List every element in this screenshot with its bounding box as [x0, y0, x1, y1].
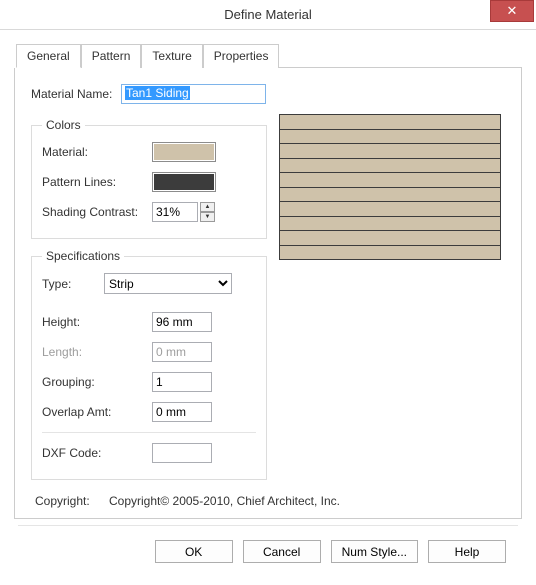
window-title: Define Material — [0, 7, 536, 22]
shading-contrast-label: Shading Contrast: — [42, 205, 152, 219]
preview-stripe — [280, 159, 500, 174]
tab-general[interactable]: General — [16, 44, 81, 68]
contrast-spin-up[interactable]: ▲ — [200, 202, 215, 212]
preview-stripe — [280, 246, 500, 260]
preview-stripe — [280, 173, 500, 188]
colors-legend: Colors — [42, 118, 85, 132]
num-style-button[interactable]: Num Style... — [331, 540, 418, 563]
material-color-swatch[interactable] — [152, 142, 216, 162]
button-bar: OK Cancel Num Style... Help — [18, 525, 518, 575]
material-name-row: Material Name: Tan1 Siding — [31, 84, 505, 104]
material-name-value: Tan1 Siding — [125, 86, 190, 100]
pattern-lines-label: Pattern Lines: — [42, 175, 152, 189]
material-name-input[interactable]: Tan1 Siding — [121, 84, 266, 104]
type-label: Type: — [42, 277, 104, 291]
tab-properties[interactable]: Properties — [203, 44, 280, 68]
preview-stripe — [280, 188, 500, 203]
tab-texture[interactable]: Texture — [141, 44, 202, 68]
tab-panel-general: Material Name: Tan1 Siding Colors Materi… — [14, 68, 522, 519]
tab-pattern[interactable]: Pattern — [81, 44, 142, 68]
title-bar: Define Material ✕ — [0, 0, 536, 30]
colors-group: Colors Material: Pattern Lines: Shading … — [31, 118, 267, 239]
preview-stripe — [280, 217, 500, 232]
specifications-group: Specifications Type: Strip Height: Lengt… — [31, 249, 267, 480]
height-label: Height: — [42, 315, 152, 329]
material-preview — [279, 114, 501, 260]
height-input[interactable] — [152, 312, 212, 332]
contrast-spinner: ▲ ▼ — [200, 202, 215, 222]
length-input — [152, 342, 212, 362]
grouping-input[interactable] — [152, 372, 212, 392]
tab-strip: General Pattern Texture Properties — [16, 44, 522, 68]
cancel-button[interactable]: Cancel — [243, 540, 321, 563]
ok-button[interactable]: OK — [155, 540, 233, 563]
dialog-content: General Pattern Texture Properties Mater… — [0, 30, 536, 585]
preview-stripe — [280, 115, 500, 130]
specifications-legend: Specifications — [42, 249, 124, 263]
preview-stripe — [280, 231, 500, 246]
overlap-label: Overlap Amt: — [42, 405, 152, 419]
close-icon: ✕ — [507, 3, 518, 19]
type-select[interactable]: Strip — [104, 273, 232, 294]
copyright-row: Copyright: Copyright© 2005-2010, Chief A… — [35, 494, 505, 508]
close-button[interactable]: ✕ — [490, 0, 534, 22]
overlap-input[interactable] — [152, 402, 212, 422]
chevron-up-icon: ▲ — [205, 204, 211, 210]
preview-stripe — [280, 144, 500, 159]
dxf-code-input[interactable] — [152, 443, 212, 463]
contrast-spin-down[interactable]: ▼ — [200, 212, 215, 222]
shading-contrast-input[interactable] — [152, 202, 198, 222]
preview-stripe — [280, 130, 500, 145]
length-label: Length: — [42, 345, 152, 359]
spec-separator — [42, 432, 256, 433]
dxf-code-label: DXF Code: — [42, 446, 152, 460]
grouping-label: Grouping: — [42, 375, 152, 389]
copyright-label: Copyright: — [35, 494, 109, 508]
help-button[interactable]: Help — [428, 540, 506, 563]
material-color-label: Material: — [42, 145, 152, 159]
material-name-label: Material Name: — [31, 87, 121, 101]
copyright-text: Copyright© 2005-2010, Chief Architect, I… — [109, 494, 340, 508]
preview-stripe — [280, 202, 500, 217]
pattern-lines-swatch[interactable] — [152, 172, 216, 192]
chevron-down-icon: ▼ — [205, 214, 211, 220]
